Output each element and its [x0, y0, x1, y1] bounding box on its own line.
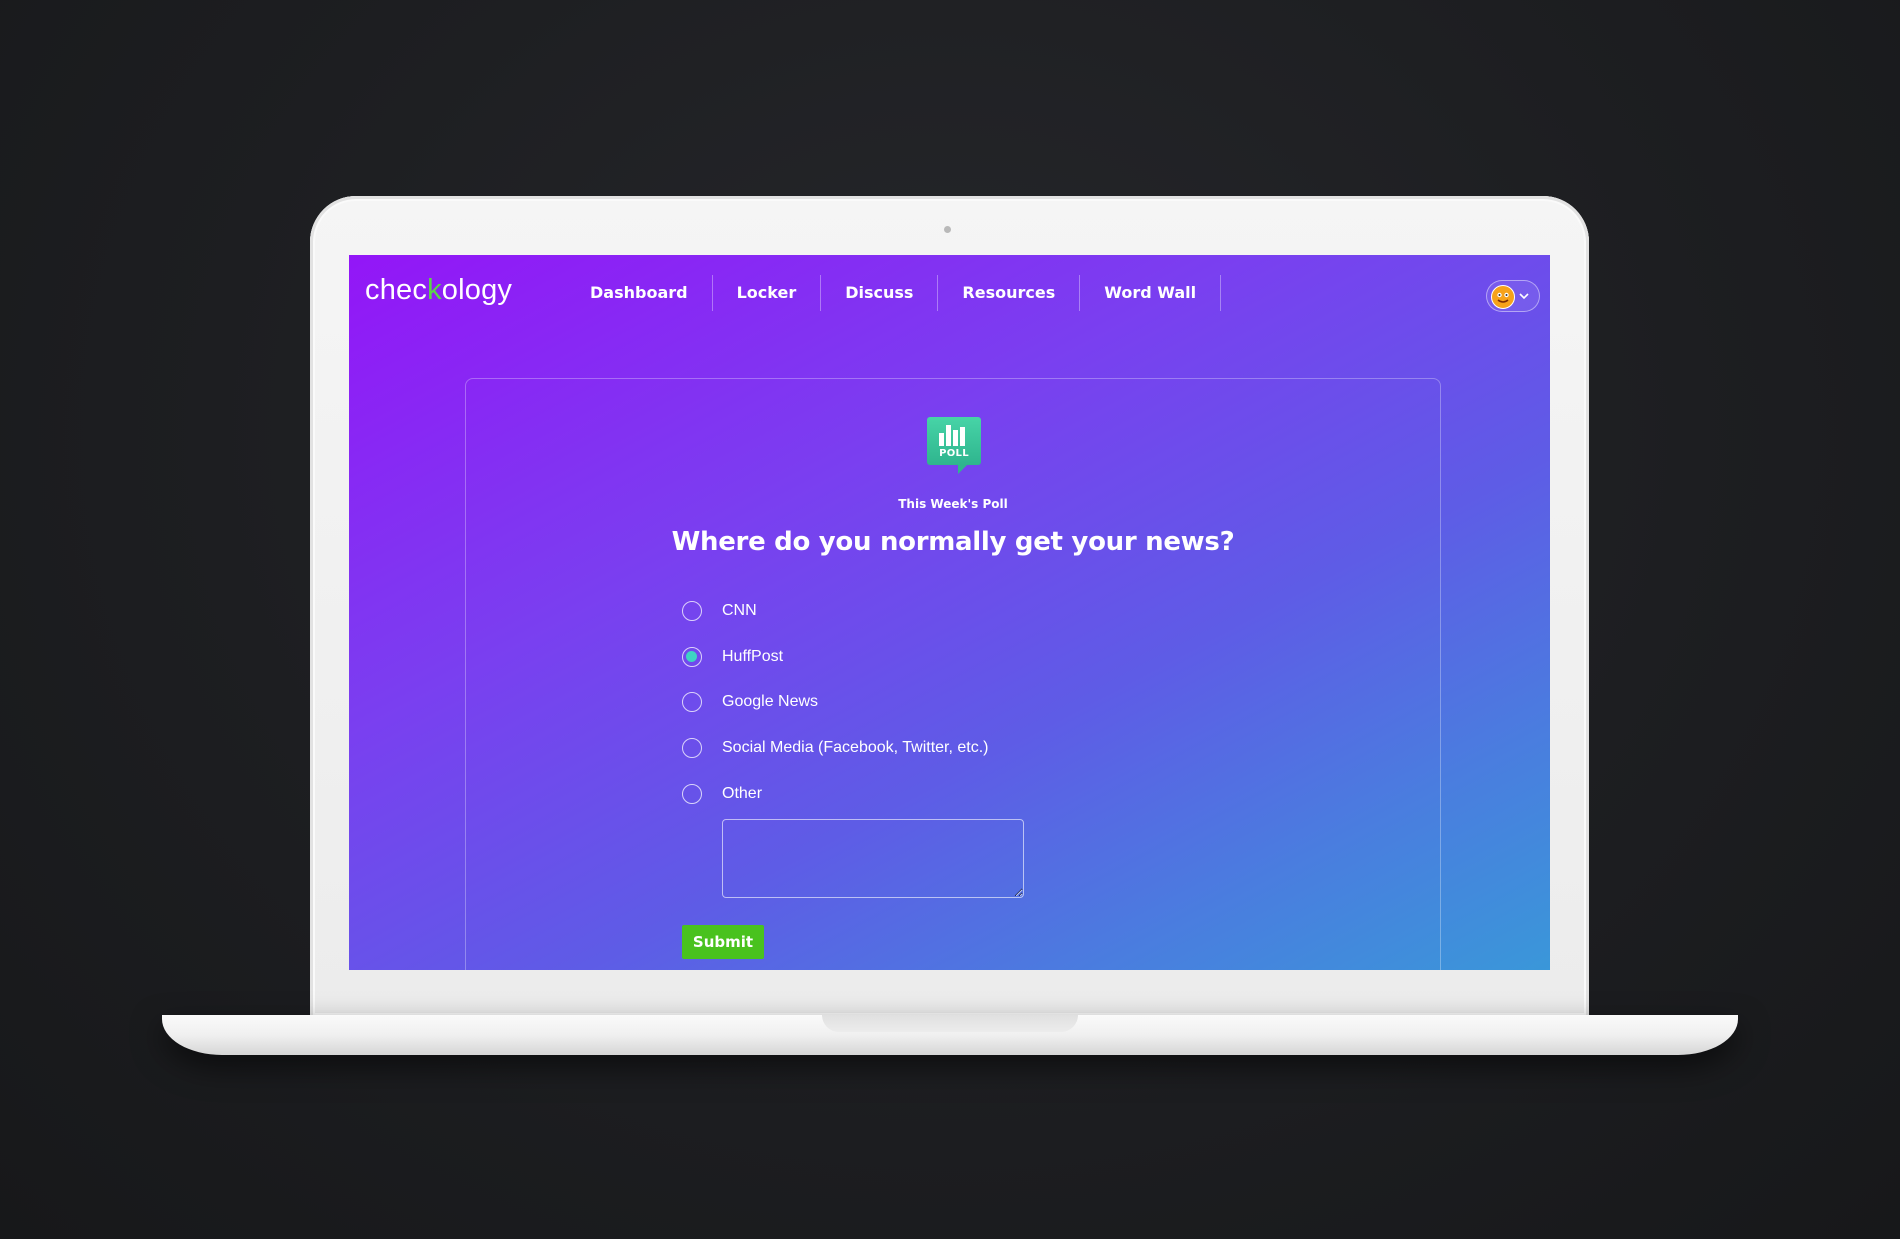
- radio-huffpost[interactable]: [682, 647, 702, 667]
- other-text-input[interactable]: [722, 819, 1024, 898]
- option-huffpost[interactable]: HuffPost: [682, 645, 1082, 669]
- nav-locker[interactable]: Locker: [713, 275, 822, 311]
- option-other[interactable]: Other: [682, 782, 1082, 806]
- poll-card: POLL This Week's Poll Where do you norma…: [465, 378, 1441, 970]
- nav-word-wall[interactable]: Word Wall: [1080, 275, 1222, 311]
- screen: checkology Dashboard Locker Discuss Reso…: [349, 255, 1550, 970]
- poll-section-label: This Week's Poll: [898, 497, 1008, 511]
- logo-text-start: chec: [365, 274, 428, 306]
- option-google-news[interactable]: Google News: [682, 690, 1082, 714]
- submit-button[interactable]: Submit: [682, 925, 764, 959]
- option-label: Social Media (Facebook, Twitter, etc.): [722, 739, 989, 756]
- radio-social-media[interactable]: [682, 738, 702, 758]
- option-social-media[interactable]: Social Media (Facebook, Twitter, etc.): [682, 736, 1082, 760]
- option-label: Other: [722, 785, 763, 802]
- option-label: CNN: [722, 602, 757, 619]
- option-cnn[interactable]: CNN: [682, 599, 1082, 623]
- logo-checkmark: k: [427, 274, 442, 306]
- radio-cnn[interactable]: [682, 601, 702, 621]
- laptop-notch: [822, 1015, 1078, 1032]
- checkology-logo[interactable]: checkology: [365, 274, 512, 307]
- poll-icon-label: POLL: [939, 448, 969, 459]
- option-label: Google News: [722, 693, 819, 710]
- top-nav: checkology Dashboard Locker Discuss Reso…: [349, 255, 1550, 330]
- nav-discuss[interactable]: Discuss: [821, 275, 939, 311]
- monster-avatar-icon: [1491, 285, 1515, 309]
- nav-resources[interactable]: Resources: [938, 275, 1081, 311]
- chevron-down-icon: [1519, 293, 1529, 300]
- poll-question: Where do you normally get your news?: [671, 527, 1235, 557]
- laptop-base: [162, 1015, 1738, 1055]
- nav-dashboard[interactable]: Dashboard: [566, 275, 713, 311]
- nav-links: Dashboard Locker Discuss Resources Word …: [566, 275, 1222, 311]
- user-menu-button[interactable]: [1486, 280, 1540, 312]
- logo-text-end: ology: [441, 274, 513, 306]
- radio-other[interactable]: [682, 784, 702, 804]
- webcam: [944, 226, 951, 233]
- radio-google-news[interactable]: [682, 692, 702, 712]
- option-label: HuffPost: [722, 648, 784, 665]
- speech-bubble-tail: [958, 465, 967, 474]
- bar-chart-speech-bubble-icon: POLL: [927, 417, 981, 474]
